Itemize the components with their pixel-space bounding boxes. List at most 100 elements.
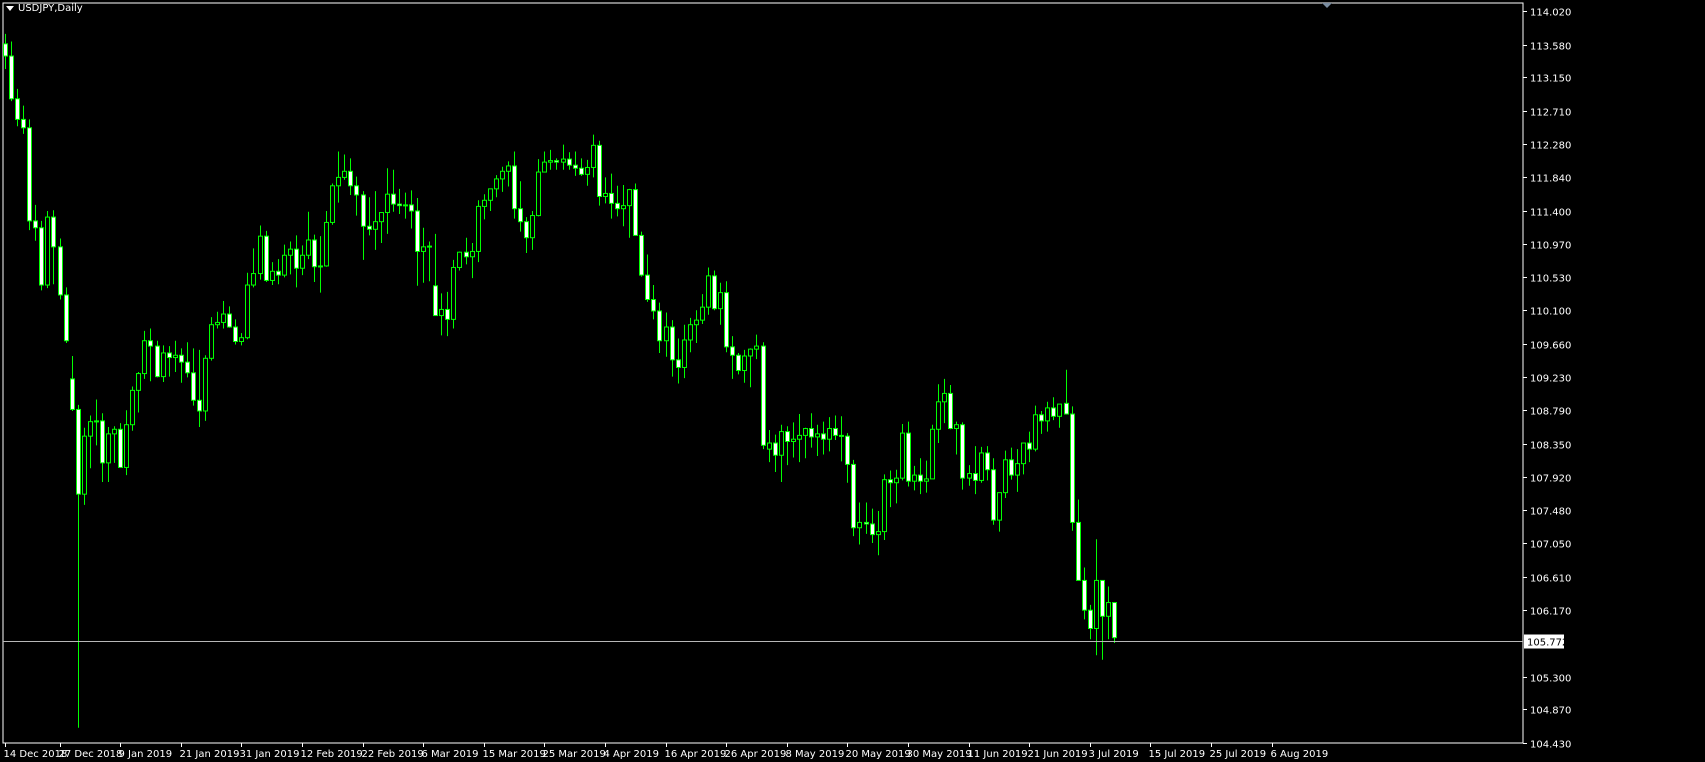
candle <box>385 168 390 234</box>
candle <box>433 233 438 317</box>
candle-body <box>161 352 166 378</box>
candle-body <box>409 204 414 212</box>
candle-body <box>979 452 984 481</box>
candle <box>191 348 196 406</box>
candle-body <box>348 170 353 187</box>
candle-body <box>712 275 717 310</box>
candle <box>439 293 444 336</box>
candle <box>1051 397 1056 421</box>
candle-body <box>379 212 384 223</box>
candle <box>185 342 190 378</box>
candle-body <box>488 188 493 201</box>
candle <box>518 181 523 232</box>
candle <box>633 183 638 236</box>
candle-body <box>573 164 578 169</box>
candle <box>779 424 784 482</box>
candle <box>548 149 553 170</box>
candle <box>991 458 996 525</box>
candle <box>627 188 632 238</box>
candle <box>476 200 481 263</box>
candle <box>1021 442 1026 475</box>
candle <box>58 238 63 300</box>
candle-body <box>221 313 226 323</box>
candle-body <box>585 166 590 175</box>
candle <box>754 334 759 360</box>
candle <box>494 175 499 198</box>
candle-body <box>664 326 669 342</box>
candle <box>645 254 650 302</box>
candle-body <box>785 431 790 442</box>
time-tick-label: 22 Feb 2019 <box>362 749 424 760</box>
chart-window[interactable]: 114.020 113.580 113.150 112.710 112.280 111.8… <box>0 0 1705 762</box>
candle-body <box>1027 442 1032 450</box>
candle-body <box>336 176 341 187</box>
candle-body <box>1045 407 1050 422</box>
candle <box>203 355 208 421</box>
time-tick-label: 6 Mar 2019 <box>422 749 479 760</box>
candle-body <box>215 321 220 326</box>
candle-body <box>730 346 735 356</box>
candle-body <box>1070 413 1075 523</box>
candle-body <box>142 340 147 375</box>
candle-body <box>76 408 81 495</box>
candle-body <box>1064 402 1069 415</box>
candle <box>524 217 529 253</box>
candle-body <box>354 185 359 196</box>
candle <box>336 151 341 203</box>
candle <box>1064 369 1069 415</box>
price-tick-label: 107.480 <box>1530 507 1571 518</box>
candle <box>306 211 311 260</box>
candle <box>506 161 511 187</box>
candle-body <box>561 158 566 163</box>
time-tick-label: 15 Jul 2019 <box>1149 749 1206 760</box>
candles <box>3 33 1117 728</box>
candle <box>876 510 881 556</box>
candle-body <box>924 478 929 482</box>
candle <box>682 324 687 379</box>
candle-body <box>457 251 462 268</box>
candle-body <box>58 246 63 296</box>
candle <box>348 158 353 195</box>
candle-body <box>736 354 741 372</box>
candle-body <box>470 250 475 258</box>
candle-body <box>1088 609 1093 630</box>
candle <box>1070 406 1075 531</box>
price-tick-label: 107.050 <box>1530 540 1571 551</box>
candlestick-chart[interactable]: 114.020 113.580 113.150 112.710 112.280 111.8… <box>0 0 1705 762</box>
time-tick-label: 30 May 2019 <box>907 749 972 760</box>
candle-body <box>639 234 644 276</box>
candle <box>94 399 99 446</box>
candle <box>651 285 656 320</box>
candle <box>530 210 535 250</box>
candle <box>657 302 662 353</box>
candle-body <box>797 434 802 440</box>
candle-body <box>700 306 705 321</box>
candle <box>409 190 414 229</box>
candle <box>948 385 953 430</box>
candle-body <box>51 216 56 248</box>
candle <box>621 185 626 227</box>
candle <box>270 262 275 286</box>
candle-body <box>209 324 214 359</box>
candle <box>45 210 50 289</box>
candle <box>415 198 420 286</box>
candle <box>264 230 269 282</box>
candle <box>857 502 862 545</box>
candle <box>1082 567 1087 620</box>
time-tick-label: 21 Jun 2019 <box>1028 749 1088 760</box>
candle <box>373 191 378 250</box>
candle <box>361 191 366 260</box>
time-tick-label: 25 Mar 2019 <box>543 749 606 760</box>
candle-body <box>445 308 450 320</box>
candle-body <box>682 339 687 368</box>
candle <box>791 422 796 458</box>
candle <box>312 234 317 282</box>
candle-body <box>227 313 232 328</box>
candle <box>954 421 959 455</box>
candle-body <box>15 98 20 120</box>
candle-body <box>45 216 50 286</box>
candle-body <box>942 392 947 403</box>
price-tick-label: 108.790 <box>1530 407 1571 418</box>
candle <box>561 144 566 170</box>
candle <box>906 421 911 487</box>
